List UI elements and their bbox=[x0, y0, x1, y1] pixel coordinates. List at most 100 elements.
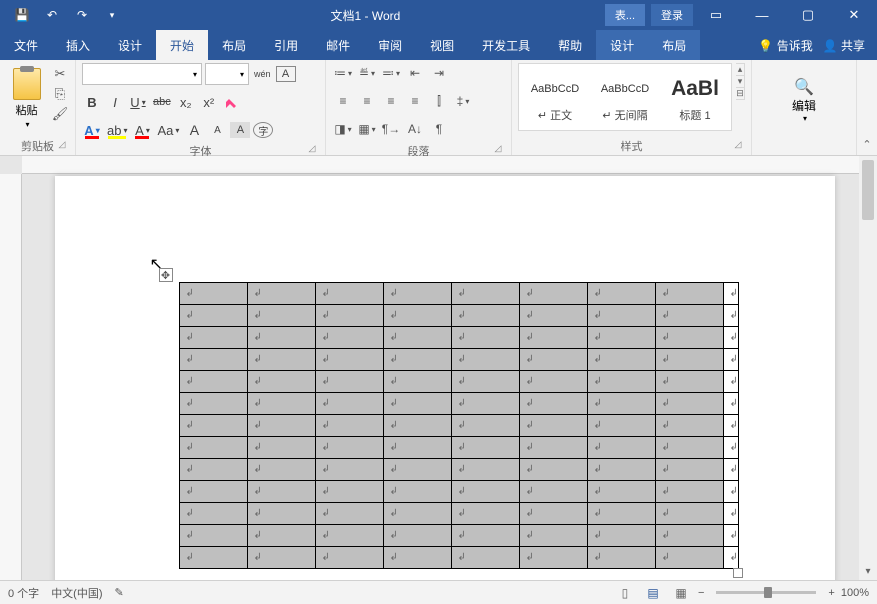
zoom-in-button[interactable]: + bbox=[828, 587, 834, 599]
increase-indent-button[interactable]: ⇥ bbox=[428, 63, 450, 83]
clear-formatting-icon[interactable] bbox=[222, 92, 242, 112]
word-count[interactable]: 0 个字 bbox=[8, 585, 39, 601]
table-cell[interactable]: ↲ bbox=[179, 349, 247, 371]
document-table[interactable]: ↲↲↲↲↲↲↲↲↲↲↲↲↲↲↲↲↲↲↲↲↲↲↲↲↲↲↲↲↲↲↲↲↲↲↲↲↲↲↲↲… bbox=[179, 282, 739, 569]
table-cell[interactable]: ↲ bbox=[179, 481, 247, 503]
table-cell[interactable]: ↲ bbox=[587, 481, 655, 503]
copy-icon[interactable]: ⎘ bbox=[51, 85, 69, 103]
table-cell[interactable]: ↲ bbox=[247, 349, 315, 371]
paragraph-dialog-launcher[interactable]: ◿ bbox=[491, 143, 505, 157]
table-cell[interactable]: ↲ bbox=[587, 437, 655, 459]
styles-gallery[interactable]: AaBbCcD ↵ 正文 AaBbCcD ↵ 无间隔 AaBl 标题 1 bbox=[518, 63, 732, 131]
tab-table-design[interactable]: 设计 bbox=[596, 30, 648, 60]
table-cell[interactable]: ↲ bbox=[451, 349, 519, 371]
table-cell[interactable]: ↲ bbox=[451, 371, 519, 393]
zoom-slider[interactable] bbox=[716, 591, 816, 594]
table-cell[interactable]: ↲ bbox=[179, 327, 247, 349]
strike-button[interactable]: abc bbox=[151, 92, 173, 112]
bullets-button[interactable]: ≔▾ bbox=[332, 63, 354, 83]
table-cell[interactable]: ↲ bbox=[315, 371, 383, 393]
table-cell[interactable]: ↲ bbox=[655, 547, 723, 569]
table-cell[interactable]: ↲ bbox=[587, 327, 655, 349]
styles-scroll-down[interactable]: ▾ bbox=[736, 76, 744, 88]
table-cell[interactable]: ↲ bbox=[247, 305, 315, 327]
table-cell[interactable]: ↲ bbox=[519, 459, 587, 481]
table-cell[interactable]: ↲ bbox=[383, 459, 451, 481]
char-border-icon[interactable]: A bbox=[276, 66, 296, 82]
font-color-button[interactable]: A▾ bbox=[132, 120, 152, 140]
table-cell[interactable]: ↲ bbox=[247, 283, 315, 305]
styles-expand[interactable]: ⊟ bbox=[736, 88, 744, 99]
tab-references[interactable]: 引用 bbox=[260, 30, 312, 60]
superscript-button[interactable]: x² bbox=[199, 92, 219, 112]
save-icon[interactable]: 💾 bbox=[8, 2, 36, 28]
table-cell[interactable]: ↲ bbox=[179, 283, 247, 305]
table-cell[interactable]: ↲ bbox=[383, 547, 451, 569]
table-cell[interactable]: ↲ bbox=[519, 547, 587, 569]
table-cell[interactable]: ↲ bbox=[247, 371, 315, 393]
table-cell[interactable]: ↲ bbox=[315, 415, 383, 437]
table-cell[interactable]: ↲ bbox=[655, 459, 723, 481]
table-cell[interactable]: ↲ bbox=[451, 327, 519, 349]
table-cell[interactable]: ↲ bbox=[451, 283, 519, 305]
shading-button[interactable]: ◨▾ bbox=[332, 119, 354, 139]
table-cell[interactable]: ↲ bbox=[383, 525, 451, 547]
table-cell[interactable]: ↲ bbox=[655, 305, 723, 327]
table-move-handle[interactable]: ✥ bbox=[159, 268, 173, 282]
table-cell[interactable]: ↲ bbox=[315, 437, 383, 459]
table-cell[interactable]: ↲ bbox=[587, 415, 655, 437]
table-cell[interactable]: ↲ bbox=[451, 503, 519, 525]
table-cell[interactable]: ↲ bbox=[315, 459, 383, 481]
table-cell[interactable]: ↲ bbox=[587, 503, 655, 525]
show-marks-button[interactable]: ¶ bbox=[428, 119, 450, 139]
format-painter-icon[interactable]: 🖌 bbox=[51, 105, 69, 123]
table-cell[interactable]: ↲ bbox=[451, 481, 519, 503]
table-cell[interactable]: ↲ bbox=[451, 525, 519, 547]
borders-button[interactable]: ▦▾ bbox=[356, 119, 378, 139]
table-cell[interactable]: ↲ bbox=[179, 415, 247, 437]
table-cell[interactable]: ↲ bbox=[383, 393, 451, 415]
style-normal[interactable]: AaBbCcD ↵ 正文 bbox=[523, 68, 587, 126]
table-cell[interactable]: ↲ bbox=[587, 393, 655, 415]
maximize-icon[interactable]: ▢ bbox=[785, 0, 831, 30]
table-cell[interactable]: ↲ bbox=[315, 283, 383, 305]
table-cell[interactable]: ↲ bbox=[179, 371, 247, 393]
tab-table-layout[interactable]: 布局 bbox=[648, 30, 700, 60]
sort-button[interactable]: A↓ bbox=[404, 119, 426, 139]
edit-button[interactable]: 🔍 编辑 ▾ bbox=[780, 77, 828, 123]
table-cell[interactable]: ↲ bbox=[519, 349, 587, 371]
zoom-level[interactable]: 100% bbox=[841, 587, 869, 599]
table-cell[interactable]: ↲ bbox=[451, 415, 519, 437]
table-cell[interactable]: ↲ bbox=[519, 503, 587, 525]
tab-design[interactable]: 设计 bbox=[104, 30, 156, 60]
ribbon-options-icon[interactable]: ▭ bbox=[693, 0, 739, 30]
table-cell[interactable]: ↲ bbox=[315, 503, 383, 525]
table-cell[interactable]: ↲ bbox=[451, 305, 519, 327]
table-cell[interactable]: ↲ bbox=[247, 503, 315, 525]
table-cell[interactable]: ↲ bbox=[383, 283, 451, 305]
table-cell[interactable]: ↲ bbox=[383, 327, 451, 349]
tab-view[interactable]: 视图 bbox=[416, 30, 468, 60]
styles-scroll-up[interactable]: ▴ bbox=[736, 64, 744, 76]
table-cell[interactable]: ↲ bbox=[179, 437, 247, 459]
table-cell[interactable]: ↲ bbox=[655, 503, 723, 525]
table-cell[interactable]: ↲ bbox=[655, 481, 723, 503]
table-cell[interactable]: ↲ bbox=[247, 459, 315, 481]
table-cell[interactable]: ↲ bbox=[179, 547, 247, 569]
table-cell[interactable]: ↲ bbox=[179, 503, 247, 525]
highlight-button[interactable]: ab▾ bbox=[105, 120, 129, 140]
table-cell[interactable]: ↲ bbox=[315, 305, 383, 327]
table-cell[interactable]: ↲ bbox=[179, 459, 247, 481]
table-cell[interactable]: ↲ bbox=[655, 283, 723, 305]
underline-button[interactable]: U▾ bbox=[128, 92, 148, 112]
cut-icon[interactable]: ✂ bbox=[51, 65, 69, 83]
table-cell[interactable]: ↲ bbox=[587, 371, 655, 393]
print-layout-icon[interactable]: ▤ bbox=[642, 584, 664, 602]
table-cell[interactable]: ↲ bbox=[655, 415, 723, 437]
table-cell[interactable]: ↲ bbox=[383, 415, 451, 437]
table-cell[interactable]: ↲ bbox=[655, 393, 723, 415]
table-cell[interactable]: ↲ bbox=[451, 547, 519, 569]
table-cell[interactable]: ↲ bbox=[587, 525, 655, 547]
table-cell[interactable]: ↲ bbox=[383, 371, 451, 393]
read-mode-icon[interactable]: ▯ bbox=[614, 584, 636, 602]
